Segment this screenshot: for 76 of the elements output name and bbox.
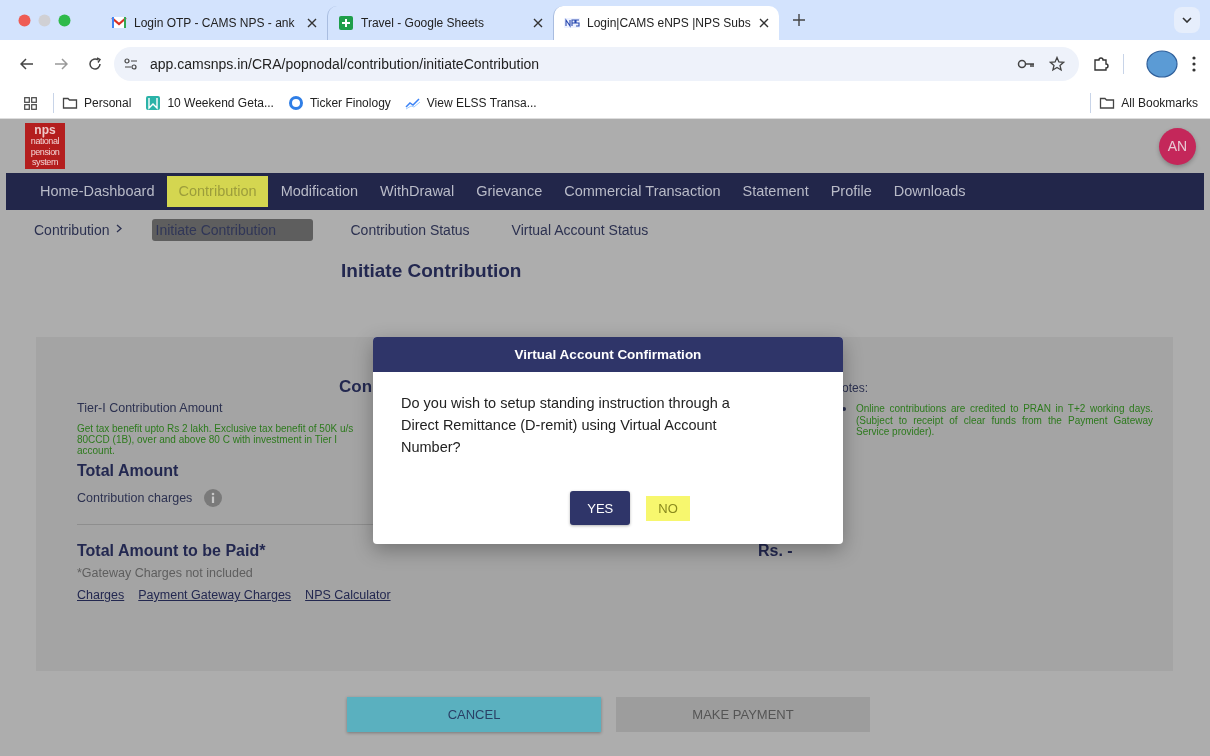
breadcrumb: Contribution [34, 222, 110, 238]
tab-title: Login|CAMS eNPS |NPS Subs [587, 16, 751, 30]
spreadsheet-icon [338, 15, 354, 31]
chevron-icon [115, 224, 122, 233]
new-tab-icon[interactable] [793, 14, 805, 26]
menu-icon[interactable] [1192, 56, 1196, 72]
reload-icon[interactable] [88, 57, 102, 71]
nav-item[interactable]: Modification [269, 173, 369, 210]
profile-avatar-icon[interactable] [1146, 50, 1178, 78]
bookmark-item[interactable]: Ticker Finology [287, 95, 391, 111]
bookmark-item[interactable]: View ELSS Transa... [404, 95, 537, 111]
nav-item[interactable]: Commercial Transaction [553, 173, 732, 210]
close-icon[interactable] [759, 18, 769, 28]
link[interactable]: Charges [77, 588, 125, 602]
nav-item[interactable]: Statement [731, 173, 820, 210]
total-value: Rs. - [758, 542, 793, 560]
field-label: Tier-I Contribution Amount [77, 401, 224, 415]
info-icon [204, 489, 223, 507]
nps-favicon-icon [564, 15, 580, 31]
folder-icon [1099, 95, 1116, 111]
nav-item[interactable]: Downloads [882, 173, 977, 210]
trend-chart-icon [404, 95, 421, 111]
folder-icon [62, 95, 78, 111]
star-icon[interactable] [1049, 56, 1065, 72]
puzzle-icon[interactable] [1093, 56, 1109, 72]
caret-icon [1182, 17, 1192, 23]
browser-tab[interactable]: Travel - Google Sheets [327, 6, 553, 40]
forward-icon[interactable] [54, 58, 68, 70]
close-icon[interactable] [533, 18, 543, 28]
ring-icon [287, 95, 304, 111]
apps-grid-icon[interactable] [24, 96, 37, 110]
total-to-pay-heading: Total Amount to be Paid* [77, 542, 267, 560]
all-bookmarks-button[interactable]: All Bookmarks [1099, 95, 1198, 111]
key-icon[interactable] [1017, 59, 1035, 69]
browser-tab[interactable]: Login OTP - CAMS NPS - ank [101, 6, 327, 40]
action-button[interactable]: CANCEL [347, 697, 601, 732]
logo-tagline: pension [30, 146, 60, 157]
logo-tagline: system [31, 157, 59, 168]
bookmark-item[interactable]: Personal [62, 95, 132, 111]
close-icon[interactable] [307, 18, 317, 28]
logo-mark: nps [34, 124, 56, 136]
window-control-icon [38, 13, 51, 27]
window-control-icon [58, 13, 71, 27]
nav-item[interactable]: Grievance [465, 173, 554, 210]
link[interactable]: NPS Calculator [305, 588, 391, 602]
tab-title: Travel - Google Sheets [361, 16, 484, 30]
page-title: Initiate Contribution [340, 259, 523, 283]
tax-benefit-note: Get tax benefit upto Rs 2 lakh. Exclusive tax benefit of 50K u/s 80CCD (1B), over and above 80 C with investment in Tier I account. [77, 423, 355, 456]
site-settings-icon[interactable] [124, 58, 138, 70]
address-bar[interactable]: app.camsnps.in/CRA/popnodal/contribution/initiateContribution [114, 47, 1079, 81]
notes-label: otes: [842, 381, 869, 397]
subnav-tab[interactable]: Contribution Status [346, 219, 474, 241]
user-avatar[interactable]: AN [1159, 127, 1196, 165]
nav-item[interactable]: Home-Dashboard [29, 173, 166, 210]
dialog-title: Virtual Account Confirmation [373, 337, 843, 372]
link[interactable]: Payment Gateway Charges [138, 588, 292, 602]
subnav-tab[interactable]: Virtual Account Status [507, 219, 653, 241]
bookmark-item[interactable]: 10 Weekend Geta... [145, 95, 274, 111]
charges-label: Contribution charges [77, 491, 193, 505]
url-text: app.camsnps.in/CRA/popnodal/contribution/initiateContribution [150, 56, 540, 72]
section-heading: Con [339, 377, 373, 397]
nav-item[interactable]: Profile [819, 173, 883, 210]
note-text: Online contributions are credited to PRAN in T+2 working days. (Subject to receipt of clear funds from the Payment Gateway Service provider). [856, 403, 1153, 438]
back-icon[interactable] [20, 58, 34, 70]
total-amount-heading: Total Amount [77, 462, 180, 480]
yes-button[interactable]: YES [570, 491, 631, 525]
logo-tagline: national [30, 136, 60, 147]
window-control-icon [18, 13, 31, 27]
browser-tab[interactable]: Login|CAMS eNPS |NPS Subs [553, 6, 779, 40]
gateway-note: *Gateway Charges not included [77, 566, 254, 580]
mail-icon [111, 15, 127, 31]
tab-search-button[interactable] [1174, 7, 1200, 33]
tab-title: Login OTP - CAMS NPS - ank [134, 16, 295, 30]
bookmark-icon [145, 95, 162, 111]
dialog-message: Do you wish to setup standing instruction through a Direct Remittance (D-remit) using Virtual Account Number? [400, 394, 731, 457]
nav-item[interactable]: WithDrawal [369, 173, 466, 210]
